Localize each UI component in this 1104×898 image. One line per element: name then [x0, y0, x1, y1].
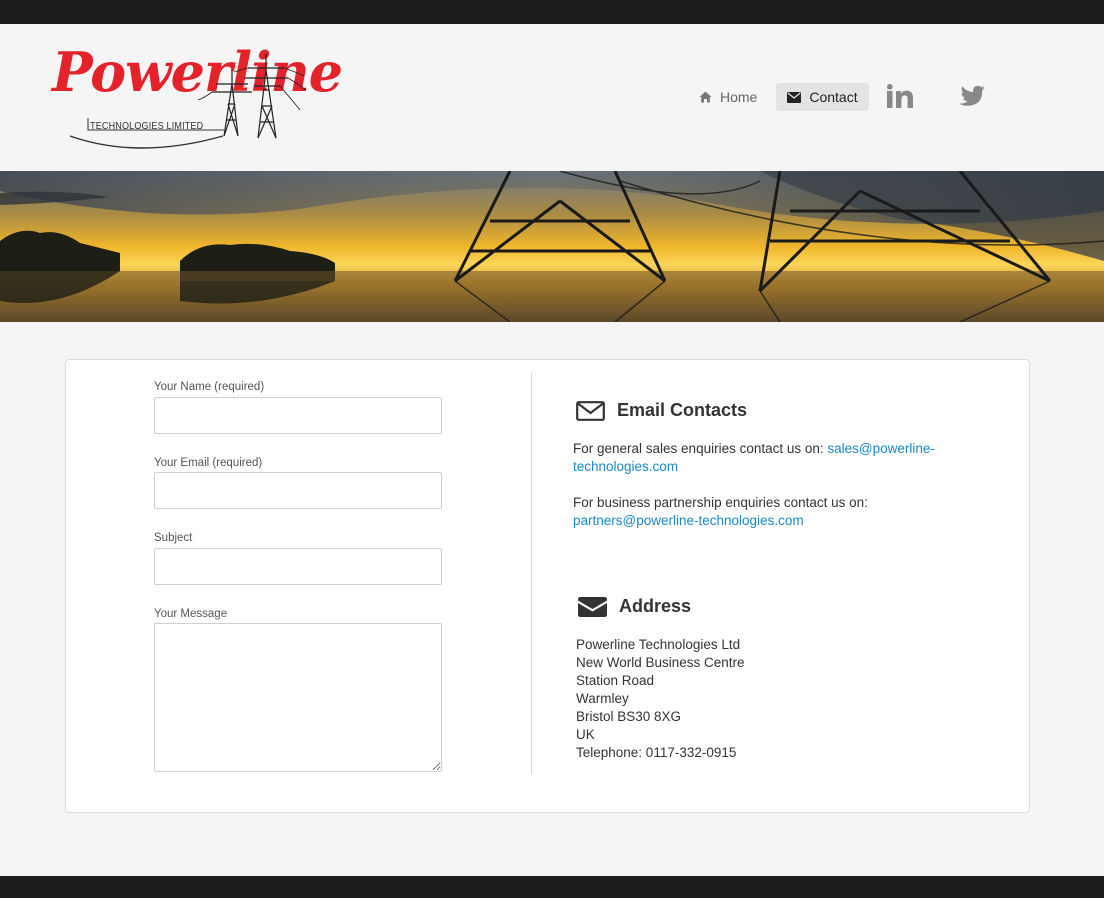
- linkedin-icon: [886, 83, 913, 113]
- name-input[interactable]: [154, 397, 442, 434]
- column-divider: [531, 372, 532, 774]
- sales-text: For general sales enquiries contact us o…: [573, 441, 828, 456]
- email-contacts-heading: Email Contacts: [576, 400, 747, 421]
- name-label: Your Name (required): [154, 381, 265, 393]
- hero-banner-image: [0, 171, 1104, 322]
- email-input[interactable]: [154, 472, 442, 509]
- address-heading: Address: [578, 596, 691, 617]
- envelope-outline-icon: [576, 400, 605, 421]
- address-line: Powerline Technologies Ltd: [576, 637, 741, 652]
- linkedin-link[interactable]: [883, 83, 917, 113]
- nav-home-label: Home: [720, 89, 758, 105]
- partners-contact-text: For business partnership enquiries conta…: [573, 494, 953, 530]
- address-line: Bristol BS30 8XG: [576, 709, 682, 724]
- main-nav: Home Contact: [688, 83, 869, 111]
- address-line: Station Road: [576, 673, 655, 688]
- twitter-icon: [959, 85, 985, 112]
- top-bar: [0, 0, 1104, 24]
- contact-card: Your Name (required) Your Email (require…: [65, 359, 1030, 813]
- home-icon: [699, 91, 712, 103]
- address-line: UK: [576, 727, 595, 742]
- partners-email-link[interactable]: partners@powerline-technologies.com: [573, 513, 804, 528]
- subject-input[interactable]: [154, 548, 442, 585]
- message-label: Your Message: [154, 608, 228, 620]
- nav-contact-label: Contact: [809, 89, 858, 105]
- site-header: Powerline TECHNOLOGIES LIMITED Home Cont…: [0, 24, 1104, 171]
- nav-contact[interactable]: Contact: [776, 83, 869, 111]
- footer-bar: [0, 876, 1104, 898]
- address-line: New World Business Centre: [576, 655, 745, 670]
- address-title: Address: [619, 596, 692, 616]
- partners-text: For business partnership enquiries conta…: [573, 495, 868, 510]
- sales-contact-text: For general sales enquiries contact us o…: [573, 440, 953, 476]
- email-contacts-title: Email Contacts: [617, 400, 748, 420]
- twitter-link[interactable]: [955, 84, 989, 112]
- envelope-icon: [787, 91, 802, 103]
- powerline-logo[interactable]: Powerline TECHNOLOGIES LIMITED: [48, 40, 343, 160]
- subject-label: Subject: [154, 532, 193, 544]
- address-line: Warmley: [576, 691, 629, 706]
- message-textarea[interactable]: [154, 623, 442, 772]
- telephone-line: Telephone: 0117-332-0915: [576, 745, 737, 760]
- email-label: Your Email (required): [154, 457, 263, 469]
- address-block: Powerline Technologies Ltd New World Bus…: [576, 636, 745, 762]
- pylon-graphic-icon: [69, 54, 307, 149]
- nav-home[interactable]: Home: [688, 83, 768, 111]
- envelope-solid-icon: [578, 596, 607, 617]
